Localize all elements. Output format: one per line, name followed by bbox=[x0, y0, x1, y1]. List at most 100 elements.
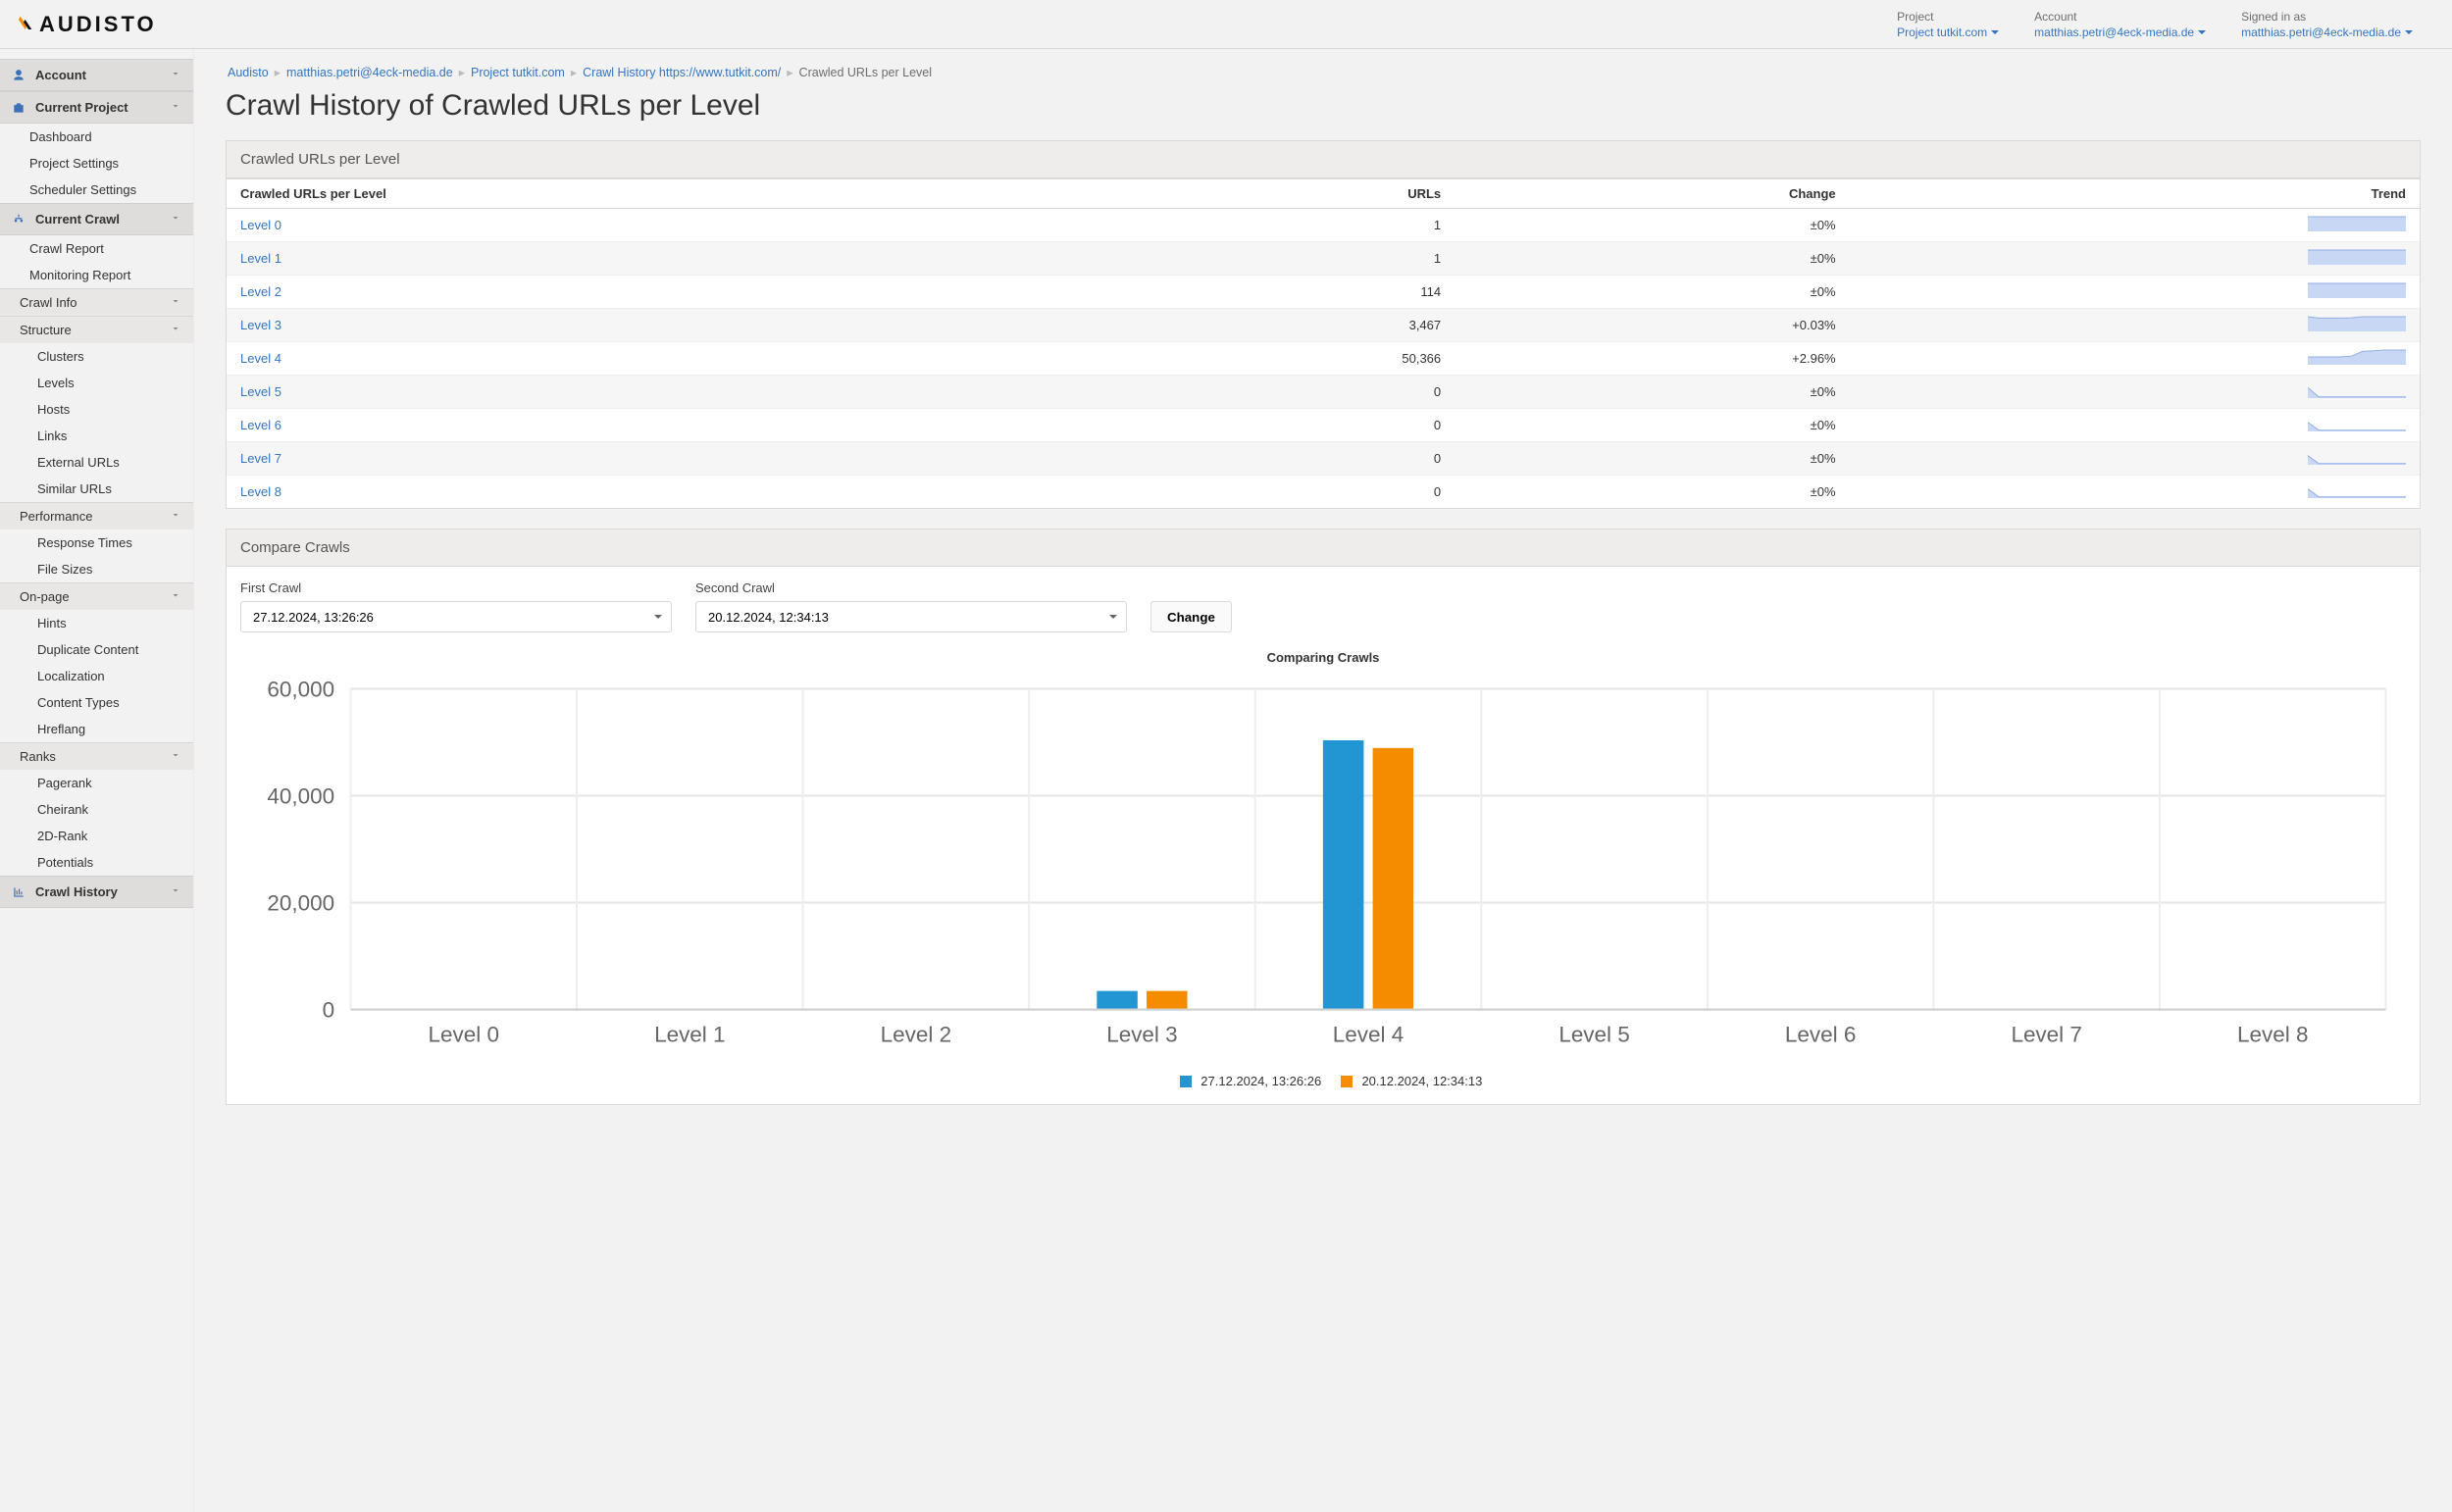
level-link-7[interactable]: Level 7 bbox=[240, 451, 281, 466]
breadcrumb-item-1[interactable]: matthias.petri@4eck-media.de bbox=[286, 66, 453, 79]
sidebar-onpage-item-0[interactable]: Hints bbox=[0, 610, 193, 636]
level-link-3[interactable]: Level 3 bbox=[240, 318, 281, 332]
change-button[interactable]: Change bbox=[1150, 601, 1232, 632]
cell-urls-1: 1 bbox=[1060, 242, 1455, 276]
sidebar-structure-item-4[interactable]: External URLs bbox=[0, 449, 193, 476]
sidebar-crawl-item-1[interactable]: Monitoring Report bbox=[0, 262, 193, 288]
table-row: Level 50±0% bbox=[227, 376, 2420, 409]
th-urls[interactable]: URLs bbox=[1060, 179, 1455, 209]
sidebar-crawl-info[interactable]: Crawl Info bbox=[0, 288, 193, 316]
level-link-8[interactable]: Level 8 bbox=[240, 484, 281, 499]
sparkline bbox=[2308, 316, 2406, 331]
level-link-0[interactable]: Level 0 bbox=[240, 218, 281, 232]
sidebar-structure-item-0[interactable]: Clusters bbox=[0, 343, 193, 370]
level-link-5[interactable]: Level 5 bbox=[240, 384, 281, 399]
page-title: Crawl History of Crawled URLs per Level bbox=[226, 89, 2421, 123]
svg-text:Level 5: Level 5 bbox=[1558, 1022, 1629, 1046]
th-trend[interactable]: Trend bbox=[1850, 179, 2420, 209]
sidebar-crawl-info-label: Crawl Info bbox=[20, 295, 77, 310]
sidebar-current-crawl[interactable]: Current Crawl bbox=[0, 203, 193, 235]
sidebar-ranks-item-3[interactable]: Potentials bbox=[0, 849, 193, 876]
topbar: AUDISTO Project Project tutkit.com Accou… bbox=[0, 0, 2452, 49]
sidebar-onpage-item-2[interactable]: Localization bbox=[0, 663, 193, 689]
sidebar-current-project-label: Current Project bbox=[35, 100, 128, 115]
cell-change-0: ±0% bbox=[1455, 209, 1849, 242]
breadcrumb-item-3[interactable]: Crawl History https://www.tutkit.com/ bbox=[583, 66, 781, 79]
chart-legend: 27.12.2024, 13:26:26 20.12.2024, 12:34:1… bbox=[240, 1070, 2406, 1094]
svg-text:Level 2: Level 2 bbox=[881, 1022, 951, 1046]
topbar-account-label: Account bbox=[2034, 10, 2206, 24]
table-row: Level 450,366+2.96% bbox=[227, 342, 2420, 376]
cell-trend-8 bbox=[1850, 476, 2420, 509]
sidebar-project-item-1[interactable]: Project Settings bbox=[0, 150, 193, 176]
topbar-project-value: Project tutkit.com bbox=[1897, 25, 1987, 39]
bar bbox=[1373, 748, 1414, 1010]
sidebar-onpage-item-4[interactable]: Hreflang bbox=[0, 716, 193, 742]
sidebar-performance-item-0[interactable]: Response Times bbox=[0, 529, 193, 556]
table-row: Level 2114±0% bbox=[227, 276, 2420, 309]
sidebar-onpage[interactable]: On-page bbox=[0, 582, 193, 610]
th-level[interactable]: Crawled URLs per Level bbox=[227, 179, 1060, 209]
cell-trend-0 bbox=[1850, 209, 2420, 242]
sidebar-structure-item-1[interactable]: Levels bbox=[0, 370, 193, 396]
level-link-1[interactable]: Level 1 bbox=[240, 251, 281, 266]
cell-trend-1 bbox=[1850, 242, 2420, 276]
sidebar-ranks-item-0[interactable]: Pagerank bbox=[0, 770, 193, 796]
cell-urls-0: 1 bbox=[1060, 209, 1455, 242]
topbar-project[interactable]: Project Project tutkit.com bbox=[1879, 0, 2017, 48]
level-link-2[interactable]: Level 2 bbox=[240, 284, 281, 299]
chart-title: Comparing Crawls bbox=[240, 650, 2406, 665]
sidebar-account[interactable]: Account bbox=[0, 59, 193, 91]
svg-text:20,000: 20,000 bbox=[267, 891, 334, 916]
level-link-6[interactable]: Level 6 bbox=[240, 418, 281, 432]
sidebar-onpage-item-1[interactable]: Duplicate Content bbox=[0, 636, 193, 663]
bar bbox=[1323, 740, 1364, 1010]
cell-trend-6 bbox=[1850, 409, 2420, 442]
sparkline bbox=[2308, 449, 2406, 465]
svg-text:0: 0 bbox=[323, 998, 335, 1023]
topbar-account[interactable]: Account matthias.petri@4eck-media.de bbox=[2017, 0, 2223, 48]
sidebar-crawl-item-0[interactable]: Crawl Report bbox=[0, 235, 193, 262]
svg-text:Level 1: Level 1 bbox=[654, 1022, 725, 1046]
sidebar-structure-label: Structure bbox=[20, 323, 72, 337]
sparkline bbox=[2308, 416, 2406, 431]
sidebar-structure-item-2[interactable]: Hosts bbox=[0, 396, 193, 423]
cell-urls-5: 0 bbox=[1060, 376, 1455, 409]
svg-text:Level 4: Level 4 bbox=[1333, 1022, 1404, 1046]
breadcrumb-sep: ▸ bbox=[781, 66, 798, 79]
sidebar-ranks-item-2[interactable]: 2D-Rank bbox=[0, 823, 193, 849]
chevron-down-icon bbox=[170, 884, 181, 899]
breadcrumb-item-0[interactable]: Audisto bbox=[228, 66, 269, 79]
compare-panel: Compare Crawls First Crawl 27.12.2024, 1… bbox=[226, 529, 2421, 1105]
sidebar-structure-item-5[interactable]: Similar URLs bbox=[0, 476, 193, 502]
sidebar-performance[interactable]: Performance bbox=[0, 502, 193, 529]
level-link-4[interactable]: Level 4 bbox=[240, 351, 281, 366]
th-change[interactable]: Change bbox=[1455, 179, 1849, 209]
cell-urls-8: 0 bbox=[1060, 476, 1455, 509]
sparkline bbox=[2308, 349, 2406, 365]
svg-text:Level 8: Level 8 bbox=[2237, 1022, 2308, 1046]
topbar-signedin[interactable]: Signed in as matthias.petri@4eck-media.d… bbox=[2223, 0, 2430, 48]
second-crawl-select[interactable]: 20.12.2024, 12:34:13 bbox=[695, 601, 1127, 632]
breadcrumb-item-2[interactable]: Project tutkit.com bbox=[471, 66, 565, 79]
sidebar-performance-item-1[interactable]: File Sizes bbox=[0, 556, 193, 582]
sidebar-ranks[interactable]: Ranks bbox=[0, 742, 193, 770]
sidebar-current-project[interactable]: Current Project bbox=[0, 91, 193, 124]
first-crawl-select[interactable]: 27.12.2024, 13:26:26 bbox=[240, 601, 672, 632]
levels-panel: Crawled URLs per Level Crawled URLs per … bbox=[226, 140, 2421, 509]
legend-label-2: 20.12.2024, 12:34:13 bbox=[1361, 1074, 1482, 1088]
sidebar-project-item-0[interactable]: Dashboard bbox=[0, 124, 193, 150]
sidebar-project-item-2[interactable]: Scheduler Settings bbox=[0, 176, 193, 203]
sidebar-onpage-item-3[interactable]: Content Types bbox=[0, 689, 193, 716]
sidebar-crawl-history[interactable]: Crawl History bbox=[0, 876, 193, 908]
legend-label-1: 27.12.2024, 13:26:26 bbox=[1200, 1074, 1321, 1088]
sitemap-icon bbox=[12, 213, 26, 227]
sidebar-ranks-item-1[interactable]: Cheirank bbox=[0, 796, 193, 823]
breadcrumb-sep: ▸ bbox=[453, 66, 471, 79]
cell-change-2: ±0% bbox=[1455, 276, 1849, 309]
cell-change-8: ±0% bbox=[1455, 476, 1849, 509]
sidebar-structure[interactable]: Structure bbox=[0, 316, 193, 343]
sidebar-structure-item-3[interactable]: Links bbox=[0, 423, 193, 449]
svg-text:Level 3: Level 3 bbox=[1106, 1022, 1177, 1046]
brand-logo[interactable]: AUDISTO bbox=[14, 0, 157, 48]
